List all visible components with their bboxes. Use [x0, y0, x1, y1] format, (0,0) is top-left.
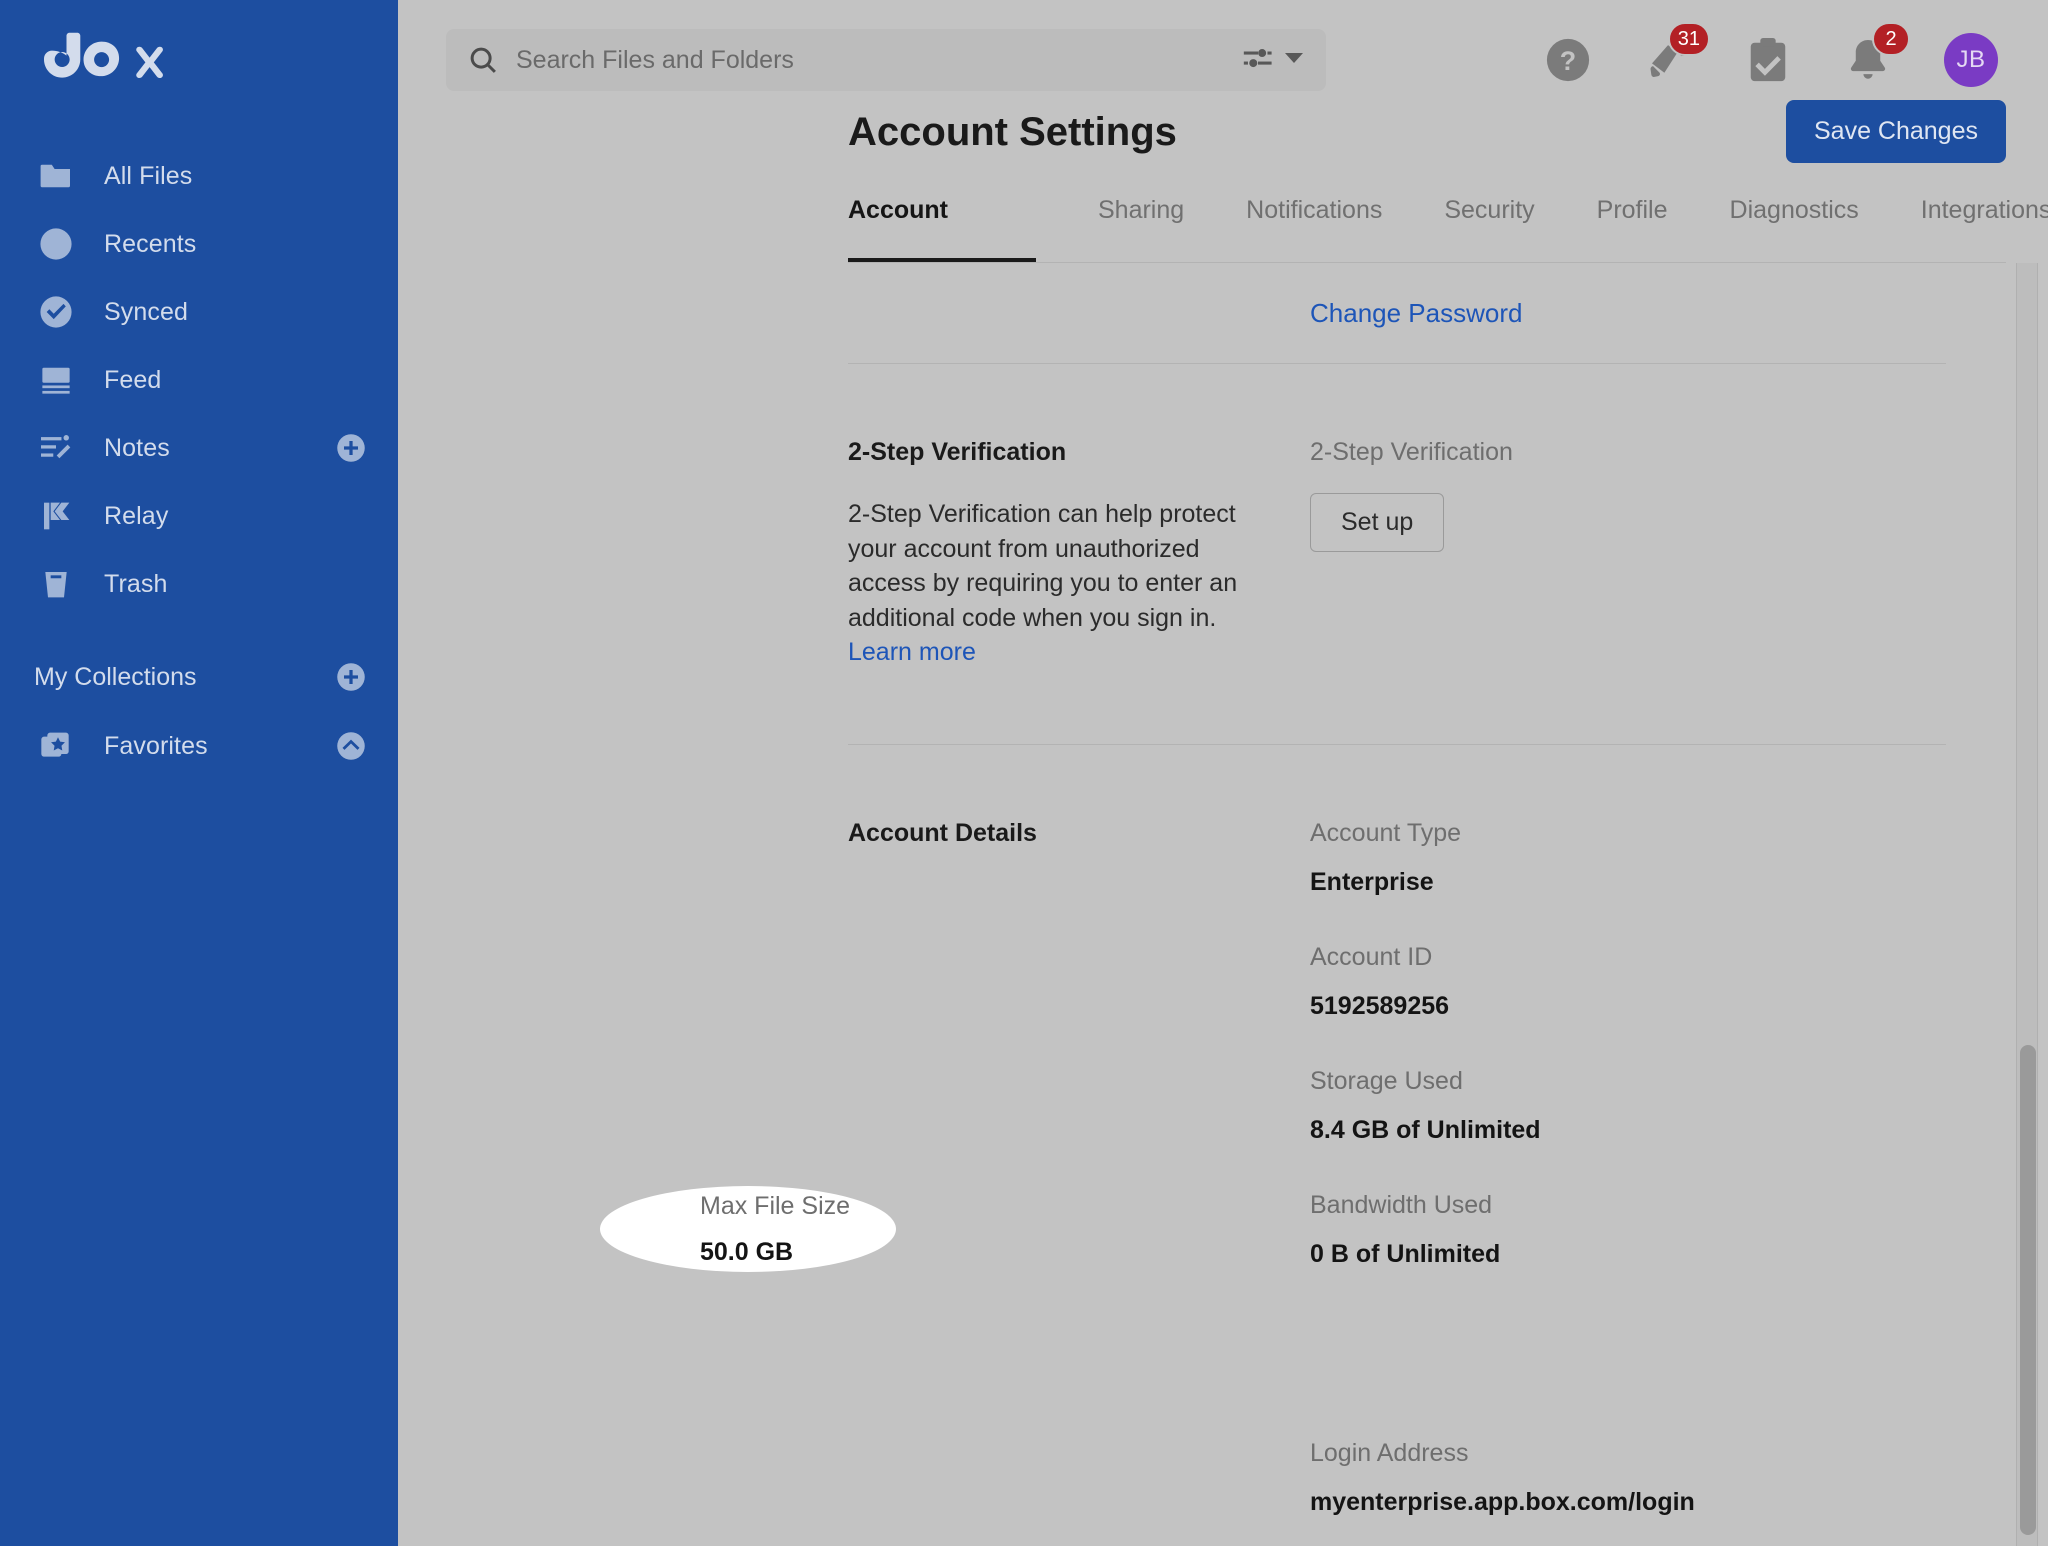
set-up-button[interactable]: Set up: [1310, 493, 1444, 552]
sidebar-item-synced[interactable]: Synced: [0, 278, 398, 346]
box-logo[interactable]: [44, 30, 164, 88]
box-account-settings-app: All Files Recents Synced: [0, 0, 2048, 1546]
detail-item: Login Address myenterprise.app.box.com/lo…: [1310, 1439, 1695, 1517]
sidebar-item-recents[interactable]: Recents: [0, 210, 398, 278]
svg-text:?: ?: [1560, 46, 1576, 76]
detail-label: Account ID: [1310, 943, 1695, 972]
sidebar-item-label: Favorites: [104, 732, 208, 761]
change-password-row: Change Password: [848, 263, 1946, 363]
detail-item: Account ID 5192589256: [1310, 943, 1695, 1021]
sidebar: All Files Recents Synced: [0, 0, 398, 1546]
detail-label: Account Type: [1310, 819, 1695, 848]
account-details-section-title: Account Details: [848, 819, 1310, 848]
sidebar-item-label: Synced: [104, 298, 188, 327]
tab-notifications[interactable]: Notifications: [1246, 196, 1382, 262]
detail-value: 0 B of Unlimited: [1310, 1240, 1695, 1269]
favorites-star-icon: [34, 724, 78, 768]
two-step-verification-section: 2-Step Verification 2-Step Verification …: [848, 364, 1946, 744]
page-header: Account Settings Save Changes: [398, 110, 2048, 184]
main-area: ? 31: [398, 0, 2048, 1546]
account-details-left-col: Account Details: [848, 819, 1310, 1546]
megaphone-icon[interactable]: 31: [1644, 36, 1692, 84]
detail-label: Storage Used: [1310, 1067, 1695, 1096]
check-circle-icon: [34, 290, 78, 334]
detail-value: myenterprise.app.box.com/login: [1310, 1488, 1695, 1517]
sidebar-item-label: Relay: [104, 502, 168, 531]
clipboard-check-icon[interactable]: [1744, 36, 1792, 84]
detail-item: Storage Used 8.4 GB of Unlimited: [1310, 1067, 1695, 1145]
sidebar-item-favorites[interactable]: Favorites: [0, 712, 398, 780]
two-step-left-col: 2-Step Verification 2-Step Verification …: [848, 438, 1310, 670]
two-step-description: 2-Step Verification can help protect you…: [848, 497, 1238, 670]
bell-icon[interactable]: 2: [1844, 36, 1892, 84]
detail-value: Enterprise: [1310, 868, 1695, 897]
topbar-actions: ? 31: [1544, 33, 2018, 87]
search-icon: [468, 45, 498, 75]
detail-value: 5192589256: [1310, 992, 1695, 1021]
sidebar-item-label: Notes: [104, 434, 170, 463]
detail-value: 8.4 GB of Unlimited: [1310, 1116, 1695, 1145]
sidebar-item-trash[interactable]: Trash: [0, 550, 398, 618]
sidebar-item-feed[interactable]: Feed: [0, 346, 398, 414]
plus-icon[interactable]: [336, 433, 366, 463]
megaphone-badge: 31: [1668, 22, 1710, 56]
sidebar-section-my-collections: My Collections: [0, 642, 398, 712]
save-changes-button[interactable]: Save Changes: [1786, 100, 2006, 163]
sidebar-section-title: My Collections: [34, 663, 197, 692]
tab-account[interactable]: Account: [848, 196, 1036, 262]
folder-icon: [34, 154, 78, 198]
account-details-fields: Account Type Enterprise Account ID 51925892…: [1310, 819, 1695, 1546]
account-details-section: Account Details Account TypeEnterpriseAc…: [848, 745, 1946, 1546]
detail-item: Max File Size50.0 GB: [1310, 1315, 1695, 1393]
tab-profile[interactable]: Profile: [1597, 196, 1668, 262]
sidebar-item-label: Trash: [104, 570, 167, 599]
change-password-link[interactable]: Change Password: [1310, 298, 1522, 329]
two-step-field-label: 2-Step Verification: [1310, 438, 1513, 467]
tab-integrations[interactable]: Integrations: [1921, 196, 2048, 262]
sidebar-item-relay[interactable]: Relay: [0, 482, 398, 550]
page-title: Account Settings: [848, 110, 1177, 155]
help-icon[interactable]: ?: [1544, 36, 1592, 84]
sidebar-item-label: All Files: [104, 162, 192, 191]
feed-icon: [34, 358, 78, 402]
sidebar-nav: All Files Recents Synced: [0, 142, 398, 780]
sidebar-item-label: Feed: [104, 366, 161, 395]
chevron-down-icon: [1284, 51, 1304, 70]
sidebar-item-notes[interactable]: Notes: [0, 414, 398, 482]
detail-item: Account Type Enterprise: [1310, 819, 1695, 897]
vertical-scrollbar-thumb[interactable]: [2020, 1045, 2036, 1535]
settings-tabs: Account Sharing Notifications Security Profi…: [848, 196, 2006, 262]
tab-security[interactable]: Security: [1444, 196, 1534, 262]
vertical-scrollbar-track[interactable]: [2016, 263, 2038, 1546]
plus-icon[interactable]: [336, 662, 366, 692]
two-step-section-title: 2-Step Verification: [848, 438, 1310, 467]
search-filter-button[interactable]: [1242, 45, 1304, 76]
two-step-description-text: 2-Step Verification can help protect you…: [848, 500, 1237, 632]
tab-sharing[interactable]: Sharing: [1098, 196, 1184, 262]
search-input[interactable]: [516, 46, 1232, 75]
settings-panel: Change Password 2-Step Verification 2-St…: [848, 263, 2006, 1546]
notes-icon: [34, 426, 78, 470]
detail-item: Bandwidth Used 0 B of Unlimited: [1310, 1191, 1695, 1269]
sliders-icon: [1242, 45, 1274, 76]
clock-icon: [34, 222, 78, 266]
chevron-up-icon[interactable]: [336, 731, 366, 761]
two-step-right-col: 2-Step Verification Set up: [1310, 438, 1513, 670]
learn-more-link[interactable]: Learn more: [848, 638, 976, 666]
sidebar-item-label: Recents: [104, 230, 196, 259]
bell-badge: 2: [1872, 22, 1910, 56]
relay-icon: [34, 494, 78, 538]
trash-icon: [34, 562, 78, 606]
sidebar-item-all-files[interactable]: All Files: [0, 142, 398, 210]
tab-diagnostics[interactable]: Diagnostics: [1730, 196, 1859, 262]
detail-label: Login Address: [1310, 1439, 1695, 1468]
detail-label: Bandwidth Used: [1310, 1191, 1695, 1220]
search-bar[interactable]: [446, 29, 1326, 91]
avatar[interactable]: JB: [1944, 33, 1998, 87]
